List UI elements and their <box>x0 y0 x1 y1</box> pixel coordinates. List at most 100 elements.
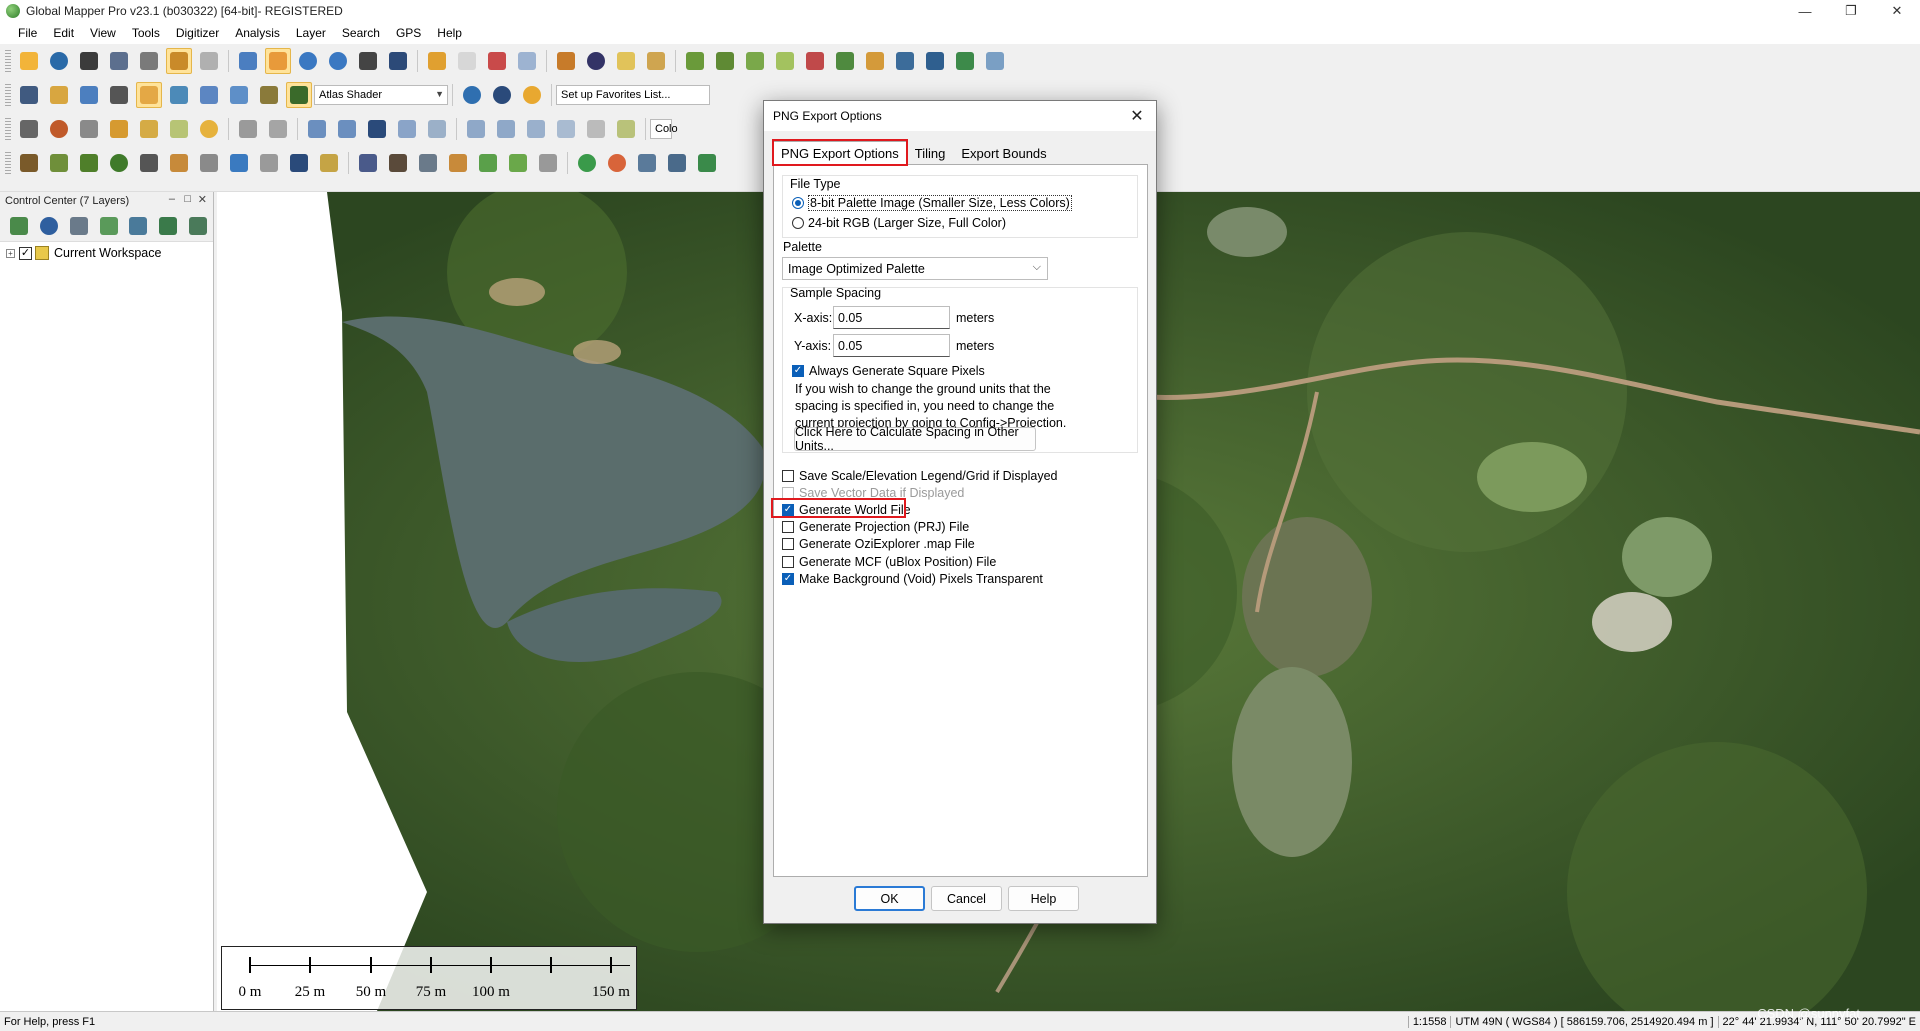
color-select[interactable]: Colo <box>650 119 678 139</box>
option-transparent-bg[interactable]: ✓ Make Background (Void) Pixels Transpar… <box>782 572 1043 586</box>
cancel-button[interactable]: Cancel <box>931 886 1002 911</box>
ok-button[interactable]: OK <box>854 886 925 911</box>
building-icon[interactable] <box>136 150 162 176</box>
stop-icon[interactable] <box>604 150 630 176</box>
menu-digitizer[interactable]: Digitizer <box>168 26 227 40</box>
back-arrow-icon[interactable] <box>355 48 381 74</box>
lidar-3-icon[interactable] <box>415 150 441 176</box>
file-type-24bit-option[interactable]: 24-bit RGB (Larger Size, Full Color) <box>792 216 1006 230</box>
toolbar-grip[interactable] <box>5 50 11 72</box>
road-icon[interactable] <box>196 150 222 176</box>
atlas-shader-icon[interactable] <box>286 82 312 108</box>
transparent-bg-checkbox[interactable]: ✓ <box>782 573 794 585</box>
tree-icon[interactable] <box>106 150 132 176</box>
edit-vertex-icon[interactable] <box>514 48 540 74</box>
layer-globe-icon[interactable] <box>36 213 62 239</box>
file-type-8bit-option[interactable]: 8-bit Palette Image (Smaller Size, Less … <box>792 195 1072 211</box>
minimize-button[interactable]: — <box>1782 0 1828 22</box>
buffer-icon[interactable] <box>523 116 549 142</box>
menu-analysis[interactable]: Analysis <box>227 26 288 40</box>
crop-icon[interactable] <box>583 116 609 142</box>
classify-icon[interactable] <box>316 150 342 176</box>
save-legend-checkbox[interactable] <box>782 470 794 482</box>
close-window-button[interactable]: ✕ <box>1874 0 1920 22</box>
terrain-6-icon[interactable] <box>832 48 858 74</box>
lidar-7-icon[interactable] <box>535 150 561 176</box>
tab-export-bounds[interactable]: Export Bounds <box>953 141 1054 165</box>
menu-search[interactable]: Search <box>334 26 388 40</box>
terrain-5-icon[interactable] <box>802 48 828 74</box>
settings-gear-icon[interactable] <box>489 82 515 108</box>
toolbar-grip[interactable] <box>5 84 11 106</box>
move-vertex-icon[interactable] <box>394 116 420 142</box>
terrain-8-icon[interactable] <box>892 48 918 74</box>
path-icon[interactable] <box>664 150 690 176</box>
control-center-icon[interactable] <box>166 48 192 74</box>
toolbar-grip[interactable] <box>5 152 11 174</box>
ruler-icon[interactable] <box>613 116 639 142</box>
shader-icon[interactable] <box>136 82 162 108</box>
edit-line-icon[interactable] <box>235 116 261 142</box>
terrain-3-icon[interactable] <box>742 48 768 74</box>
terrain-4-icon[interactable] <box>772 48 798 74</box>
play-icon[interactable] <box>574 150 600 176</box>
elevation-icon[interactable] <box>166 82 192 108</box>
prj-file-checkbox[interactable] <box>782 521 794 533</box>
peak-icon[interactable] <box>16 150 42 176</box>
shape-edit-icon[interactable] <box>553 116 579 142</box>
lidar-5-icon[interactable] <box>475 150 501 176</box>
close-panel-button[interactable]: ✕ <box>198 193 207 206</box>
info-icon[interactable] <box>583 48 609 74</box>
menu-view[interactable]: View <box>82 26 124 40</box>
lidar-4-icon[interactable] <box>445 150 471 176</box>
save-icon[interactable] <box>76 48 102 74</box>
menu-help[interactable]: Help <box>429 26 470 40</box>
square-pixels-option[interactable]: ✓ Always Generate Square Pixels <box>792 364 985 378</box>
tab-png-export-options[interactable]: PNG Export Options <box>773 141 907 165</box>
x-axis-input[interactable]: 0.05 <box>833 306 950 329</box>
draw-3-icon[interactable] <box>166 116 192 142</box>
edit-line-2-icon[interactable] <box>265 116 291 142</box>
option-mcf-file[interactable]: Generate MCF (uBlox Position) File <box>782 555 996 569</box>
select-box-icon[interactable] <box>454 48 480 74</box>
vegetation-icon[interactable] <box>76 150 102 176</box>
maximize-panel-button[interactable]: □ <box>184 193 191 205</box>
hillshade-icon[interactable] <box>226 82 252 108</box>
split-icon[interactable] <box>463 116 489 142</box>
pan-hand-icon[interactable] <box>265 48 291 74</box>
shapes-icon[interactable] <box>196 116 222 142</box>
zoom-box-icon[interactable] <box>235 48 261 74</box>
option-save-legend[interactable]: Save Scale/Elevation Legend/Grid if Disp… <box>782 469 1057 483</box>
globe-icon[interactable] <box>46 48 72 74</box>
path-profile-icon[interactable] <box>46 82 72 108</box>
zoom-out-icon[interactable] <box>325 48 351 74</box>
measure-icon[interactable] <box>553 48 579 74</box>
open-folder-icon[interactable] <box>16 48 42 74</box>
option-world-file[interactable]: ✓ Generate World File <box>782 503 911 517</box>
option-prj-file[interactable]: Generate Projection (PRJ) File <box>782 520 969 534</box>
help-button[interactable]: Help <box>1008 886 1079 911</box>
pencil-icon[interactable] <box>424 48 450 74</box>
layer-search-icon[interactable] <box>125 213 151 239</box>
search-feature-icon[interactable] <box>613 48 639 74</box>
join-icon[interactable] <box>493 116 519 142</box>
tab-tiling[interactable]: Tiling <box>907 141 954 165</box>
terrain-2-icon[interactable] <box>712 48 738 74</box>
add-point-icon[interactable] <box>694 150 720 176</box>
menu-edit[interactable]: Edit <box>45 26 82 40</box>
option-ozi-map[interactable]: Generate OziExplorer .map File <box>782 537 975 551</box>
noise-icon[interactable] <box>256 150 282 176</box>
attribute-icon[interactable] <box>643 48 669 74</box>
rotate-icon[interactable] <box>334 116 360 142</box>
layer-visibility-icon[interactable] <box>155 213 181 239</box>
delete-feature-icon[interactable] <box>484 48 510 74</box>
digitize-line-icon[interactable] <box>16 116 42 142</box>
menu-file[interactable]: File <box>10 26 45 40</box>
terrain-1-icon[interactable] <box>682 48 708 74</box>
favorites-select[interactable]: Set up Favorites List... <box>556 85 710 105</box>
view-shed-icon[interactable] <box>76 82 102 108</box>
layer-close-icon[interactable] <box>185 213 211 239</box>
maximize-button[interactable]: ❐ <box>1828 0 1874 22</box>
vertex-icon[interactable] <box>364 116 390 142</box>
terrain-9-icon[interactable] <box>922 48 948 74</box>
